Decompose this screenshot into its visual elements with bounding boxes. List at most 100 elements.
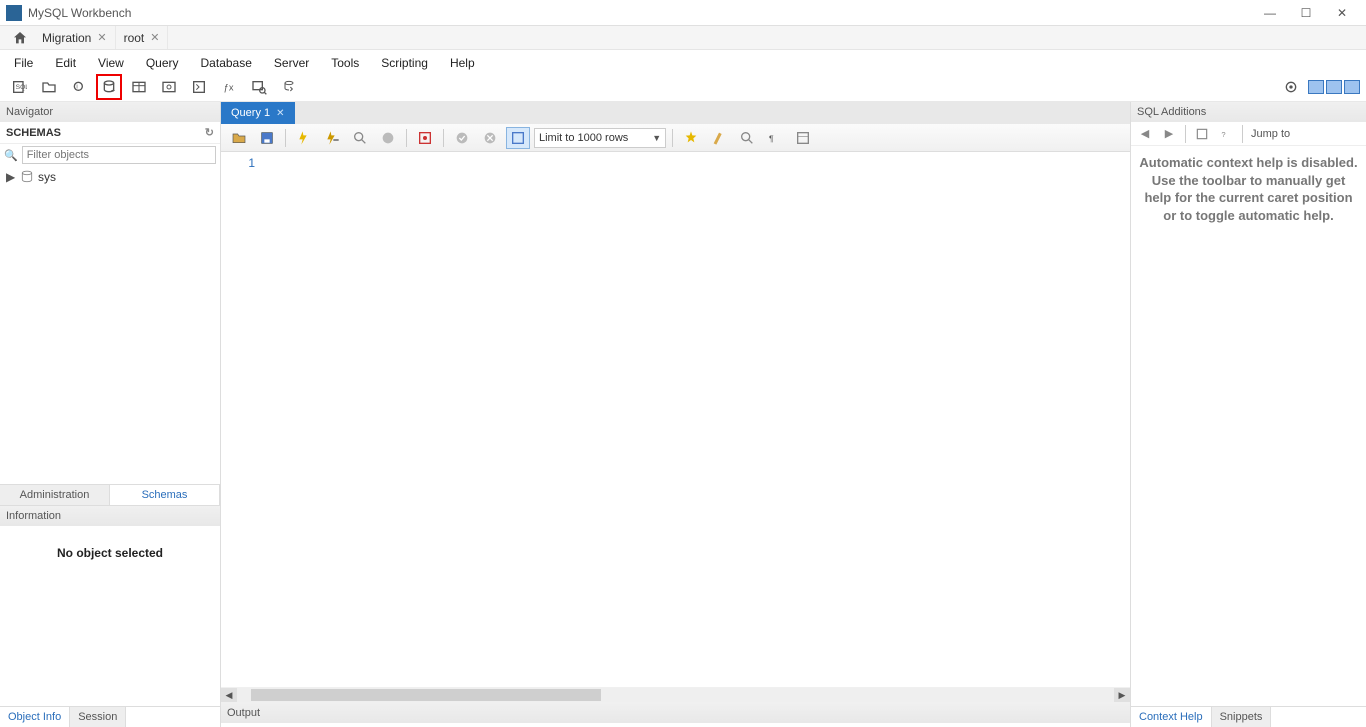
- expand-arrow-icon[interactable]: ▶: [6, 170, 16, 184]
- navigator-tabs: Administration Schemas: [0, 484, 220, 505]
- schema-tree[interactable]: ▶ sys: [0, 166, 220, 484]
- tab-object-info[interactable]: Object Info: [0, 707, 70, 727]
- filter-objects-input[interactable]: [22, 146, 216, 164]
- menu-tools[interactable]: Tools: [321, 54, 369, 72]
- app-icon: [6, 5, 22, 21]
- additions-title: SQL Additions: [1137, 106, 1206, 118]
- create-stored-procedure-icon[interactable]: [186, 74, 212, 100]
- menu-edit[interactable]: Edit: [45, 54, 86, 72]
- scroll-track[interactable]: [237, 688, 1114, 702]
- tab-schemas[interactable]: Schemas: [110, 485, 220, 505]
- nav-back-button[interactable]: ◀: [1135, 125, 1155, 143]
- refresh-icon[interactable]: ↻: [205, 126, 214, 139]
- toggle-sidebar-left-icon[interactable]: [1308, 80, 1324, 94]
- create-schema-icon[interactable]: +: [96, 74, 122, 100]
- minimize-button[interactable]: —: [1252, 1, 1288, 25]
- output-label: Output: [227, 707, 260, 719]
- tab-administration[interactable]: Administration: [0, 485, 110, 505]
- sql-editor[interactable]: 1: [221, 152, 1130, 687]
- open-file-icon[interactable]: [227, 127, 251, 149]
- svg-text:i: i: [76, 84, 77, 90]
- create-function-icon[interactable]: ƒx: [216, 74, 242, 100]
- search-table-data-icon[interactable]: [246, 74, 272, 100]
- stop-icon[interactable]: [376, 127, 400, 149]
- row-limit-dropdown[interactable]: Limit to 1000 rows ▼: [534, 128, 666, 148]
- execute-current-icon[interactable]: [320, 127, 344, 149]
- line-number: 1: [221, 156, 255, 170]
- execute-icon[interactable]: [292, 127, 316, 149]
- auto-help-icon[interactable]: ?: [1216, 125, 1236, 143]
- menu-database[interactable]: Database: [191, 54, 262, 72]
- toggle-output-icon[interactable]: [1326, 80, 1342, 94]
- rollback-icon[interactable]: [478, 127, 502, 149]
- toggle-limit-icon[interactable]: [506, 127, 530, 149]
- home-tab[interactable]: [6, 26, 34, 49]
- close-icon[interactable]: ✕: [276, 108, 284, 119]
- save-icon[interactable]: [255, 127, 279, 149]
- code-area[interactable]: [261, 152, 1130, 687]
- open-sql-script-icon[interactable]: [36, 74, 62, 100]
- new-sql-tab-icon[interactable]: SQL: [6, 74, 32, 100]
- create-view-icon[interactable]: [156, 74, 182, 100]
- app-title: MySQL Workbench: [28, 6, 1252, 20]
- settings-gear-icon[interactable]: [1278, 74, 1304, 100]
- scroll-left-icon[interactable]: ◀: [221, 688, 237, 702]
- menu-scripting[interactable]: Scripting: [371, 54, 438, 72]
- information-content: No object selected: [0, 526, 220, 706]
- svg-text:SQL: SQL: [16, 84, 27, 91]
- toggle-wrap-icon[interactable]: ¶: [763, 127, 787, 149]
- connection-tabs: Migration ✕ root ✕: [0, 26, 1366, 50]
- information-title: Information: [6, 510, 61, 522]
- chevron-down-icon: ▼: [652, 133, 661, 143]
- editor-toolbar: Limit to 1000 rows ▼ ¶: [221, 124, 1130, 152]
- toggle-autocommit-icon[interactable]: [413, 127, 437, 149]
- tab-root[interactable]: root ✕: [116, 26, 169, 49]
- toggle-sidebar-right-icon[interactable]: [1344, 80, 1360, 94]
- schemas-label: SCHEMAS: [6, 127, 61, 139]
- context-help-icon[interactable]: [1192, 125, 1212, 143]
- navigator-panel: Navigator SCHEMAS ↻ 🔍 ▶ sys Administrati…: [0, 102, 221, 727]
- create-table-icon[interactable]: [126, 74, 152, 100]
- menu-bar: File Edit View Query Database Server Too…: [0, 50, 1366, 72]
- svg-text:¶: ¶: [769, 133, 774, 143]
- close-window-button[interactable]: ✕: [1324, 1, 1360, 25]
- svg-text:?: ?: [1221, 129, 1225, 138]
- sql-additions-panel: SQL Additions ◀ ▶ ? Jump to Automatic co…: [1131, 102, 1366, 727]
- nav-forward-button[interactable]: ▶: [1159, 125, 1179, 143]
- output-panel: Output: [221, 703, 1130, 727]
- main-toolbar: SQL i + ƒx: [0, 72, 1366, 102]
- find-replace-icon[interactable]: [707, 127, 731, 149]
- maximize-button[interactable]: ☐: [1288, 1, 1324, 25]
- additions-bottom-tabs: Context Help Snippets: [1131, 706, 1366, 727]
- menu-file[interactable]: File: [4, 54, 43, 72]
- reconnect-icon[interactable]: [276, 74, 302, 100]
- tab-label: Migration: [42, 31, 91, 45]
- explain-icon[interactable]: [348, 127, 372, 149]
- beautify-icon[interactable]: [679, 127, 703, 149]
- tab-migration[interactable]: Migration ✕: [34, 26, 116, 49]
- menu-query[interactable]: Query: [136, 54, 189, 72]
- tab-snippets[interactable]: Snippets: [1212, 707, 1272, 727]
- information-header: Information: [0, 506, 220, 526]
- toggle-invisible-icon[interactable]: [735, 127, 759, 149]
- jump-to-label[interactable]: Jump to: [1251, 128, 1290, 140]
- commit-icon[interactable]: [450, 127, 474, 149]
- form-editor-icon[interactable]: [791, 127, 815, 149]
- tab-session[interactable]: Session: [70, 707, 126, 727]
- scroll-right-icon[interactable]: ▶: [1114, 688, 1130, 702]
- menu-help[interactable]: Help: [440, 54, 485, 72]
- editor-hscrollbar[interactable]: ◀ ▶: [221, 687, 1130, 703]
- layout-toggles[interactable]: [1308, 80, 1360, 94]
- tree-node-sys[interactable]: ▶ sys: [6, 168, 214, 186]
- line-gutter: 1: [221, 152, 261, 687]
- menu-view[interactable]: View: [88, 54, 134, 72]
- scroll-thumb[interactable]: [251, 689, 601, 701]
- close-icon[interactable]: ✕: [97, 31, 106, 44]
- database-icon: [20, 170, 34, 184]
- context-help-text: Automatic context help is disabled. Use …: [1131, 146, 1366, 232]
- inspector-icon[interactable]: i: [66, 74, 92, 100]
- menu-server[interactable]: Server: [264, 54, 319, 72]
- close-icon[interactable]: ✕: [150, 31, 159, 44]
- query-tab[interactable]: Query 1 ✕: [221, 102, 295, 124]
- tab-context-help[interactable]: Context Help: [1131, 707, 1212, 727]
